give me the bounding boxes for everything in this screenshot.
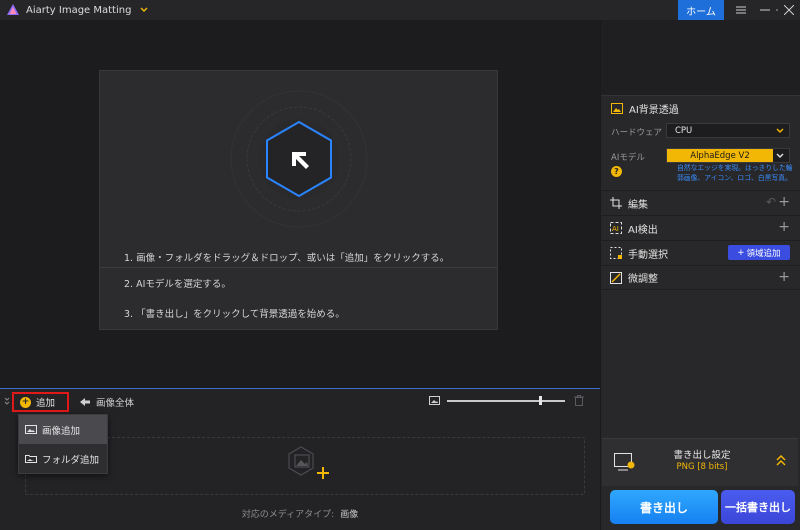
undo-icon[interactable]: ↶ — [766, 195, 776, 209]
chevron-down-icon[interactable] — [139, 5, 149, 15]
maximize-icon[interactable] — [756, 0, 778, 20]
menu-item-add-folder[interactable]: フォルダ追加 — [19, 444, 107, 473]
trash-icon[interactable] — [574, 395, 584, 409]
tool-edit-label: 編集 — [628, 199, 648, 211]
tool-ai-detect-label: AI検出 — [628, 224, 658, 236]
supported-media-text: 対応のメディアタイプ: 画像 — [0, 507, 600, 520]
ai-model-select[interactable]: AlphaEdge V2 — [666, 148, 790, 163]
tool-fine-tune-label: 微調整 — [628, 274, 658, 285]
region-add-label: 領域追加 — [746, 248, 781, 259]
chevron-down-icon — [776, 153, 784, 159]
preview-area[interactable]: 1. 画像・フォルダをドラッグ＆ドロップ、或いは「追加」をクリックする。 2. … — [0, 20, 600, 388]
menu-item-label: フォルダ追加 — [42, 454, 100, 466]
arrow-left-icon — [80, 398, 90, 406]
step-2: 2. AIモデルを選定する。 — [124, 279, 231, 290]
close-icon[interactable] — [778, 0, 800, 20]
tool-fine-tune[interactable]: 微調整 + — [600, 265, 800, 290]
ai-bg-section: AI背景透過 — [601, 98, 800, 118]
svg-text:AI: AI — [612, 225, 619, 233]
add-media-icon[interactable] — [283, 445, 331, 488]
whole-image-label: 画像全体 — [96, 398, 135, 409]
whole-image-button[interactable]: 画像全体 — [80, 395, 134, 409]
collapse-icon[interactable] — [4, 397, 10, 408]
help-icon[interactable]: ? — [611, 166, 622, 177]
hardware-label: ハードウェア — [611, 128, 663, 138]
tool-manual-select-label: 手動選択 — [628, 249, 668, 261]
expand-up-icon[interactable] — [776, 455, 786, 467]
selection-icon — [610, 247, 622, 259]
menu-icon[interactable] — [730, 0, 752, 20]
step-1: 1. 画像・フォルダをドラッグ＆ドロップ、或いは「追加」をクリックする。 — [124, 253, 450, 264]
menu-item-label: 画像追加 — [42, 425, 81, 437]
ai-bg-icon — [611, 102, 623, 114]
export-button[interactable]: 書き出し — [610, 490, 718, 524]
title-bar: Aiarty Image Matting ホーム — [0, 0, 800, 20]
app-title: Aiarty Image Matting — [26, 4, 132, 16]
plus-icon[interactable]: + — [778, 220, 790, 234]
folder-icon — [25, 455, 37, 463]
region-plus-icon: + — [737, 247, 745, 258]
crop-icon — [610, 197, 622, 209]
supported-label: 対応のメディアタイプ: — [241, 510, 335, 520]
add-button[interactable]: + 追加 — [12, 392, 69, 412]
ai-model-label: AIモデル — [611, 153, 645, 163]
ai-detect-icon: AI — [610, 222, 622, 234]
batch-export-button[interactable]: 一括書き出し — [721, 490, 795, 524]
steps-list: 1. 画像・フォルダをドラッグ＆ドロップ、或いは「追加」をクリックする。 2. … — [100, 247, 497, 328]
plus-icon[interactable]: + — [778, 195, 790, 209]
plus-icon[interactable]: + — [778, 270, 790, 284]
tool-ai-detect[interactable]: AI AI検出 + — [600, 215, 800, 240]
app-window: Aiarty Image Matting ホーム 1. 画像・フォルダをドラッグ… — [0, 0, 800, 530]
image-zoom-icon — [429, 396, 440, 408]
tool-edit[interactable]: 編集 ↶ + — [600, 190, 800, 215]
step-3: 3. 「書き出し」をクリックして背景透過を始める。 — [124, 309, 345, 320]
add-plus-icon: + — [20, 396, 31, 408]
hardware-value: CPU — [675, 125, 693, 136]
thumbnail-preview — [601, 20, 800, 96]
image-icon — [25, 425, 37, 434]
zoom-slider[interactable] — [447, 400, 565, 402]
export-settings-icon — [614, 453, 635, 471]
ai-bg-label: AI背景透過 — [629, 104, 679, 116]
import-hex-icon[interactable] — [229, 89, 369, 229]
menu-item-add-image[interactable]: 画像追加 — [19, 415, 107, 444]
zoom-slider-thumb[interactable] — [539, 396, 542, 405]
add-label: 追加 — [36, 398, 56, 409]
hardware-select[interactable]: CPU — [666, 123, 790, 138]
home-button[interactable]: ホーム — [678, 0, 724, 20]
model-hint: 自然なエッジを実現。はっきりした輪郭画像、アイコン、ロゴ、白黒写真。 — [677, 164, 793, 182]
export-settings[interactable]: 書き出し設定 PNG [8 bits] — [602, 438, 798, 486]
ai-bg-title: AI背景透過 — [601, 98, 800, 118]
supported-value: 画像 — [340, 510, 359, 520]
export-settings-title: 書き出し設定 — [673, 450, 731, 461]
export-format: PNG [8 bits] — [676, 462, 728, 472]
ai-model-value: AlphaEdge V2 — [667, 149, 773, 162]
adjust-icon — [610, 271, 622, 284]
add-dropdown-menu: 画像追加 フォルダ追加 — [18, 414, 108, 474]
chevron-down-icon — [776, 128, 784, 134]
app-logo-icon — [6, 3, 20, 17]
getting-started-card: 1. 画像・フォルダをドラッグ＆ドロップ、或いは「追加」をクリックする。 2. … — [99, 70, 498, 330]
region-add-button[interactable]: + 領域追加 — [728, 245, 790, 260]
